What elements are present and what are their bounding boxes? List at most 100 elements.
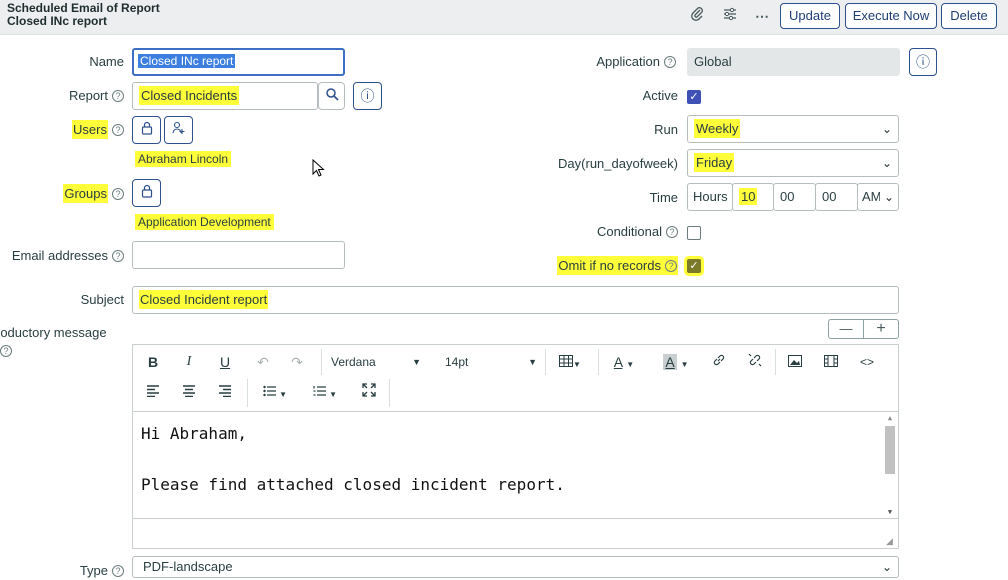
run-select[interactable]: Weekly ⌄ — [687, 115, 899, 143]
conditional-checkbox[interactable] — [687, 226, 701, 240]
subject-value: Closed Incident report — [139, 290, 269, 309]
day-select[interactable]: Friday ⌄ — [687, 149, 899, 177]
active-checkbox[interactable]: ✓ — [687, 90, 701, 104]
scroll-up-icon[interactable]: ▲ — [884, 414, 896, 422]
toolbar-divider — [545, 349, 546, 375]
omit-label-text: Omit if no records — [558, 258, 661, 273]
add-me-icon[interactable] — [164, 116, 193, 144]
font-family-value: Verdana — [331, 355, 376, 369]
run-value: Weekly — [694, 119, 741, 138]
email-field[interactable] — [132, 241, 345, 269]
time-label: Time — [649, 190, 678, 205]
toolbar-divider — [598, 349, 599, 375]
name-value: Closed INc report — [138, 54, 236, 68]
conditional-label: Conditional? — [520, 223, 678, 241]
users-label: Users? — [40, 120, 124, 139]
toolbar-divider — [775, 349, 776, 375]
more-icon[interactable]: ⋯ — [752, 6, 772, 26]
time-hour-field[interactable]: 10 — [732, 183, 774, 211]
source-code-icon[interactable]: <> — [855, 349, 879, 375]
fullscreen-icon[interactable] — [357, 379, 381, 405]
help-icon[interactable]: ? — [666, 226, 678, 238]
scroll-down-icon[interactable]: ▼ — [884, 508, 896, 516]
bold-icon[interactable]: B — [141, 349, 165, 375]
expand-editor-button[interactable]: + — [864, 320, 898, 338]
scrollbar-thumb[interactable] — [885, 426, 895, 474]
email-label-text: Email addresses — [11, 248, 108, 263]
report-field[interactable]: Closed Incidents — [132, 82, 318, 110]
report-label-text: Report — [68, 88, 108, 103]
chevron-down-icon: ⌄ — [881, 156, 892, 170]
record-title: Scheduled Email of Report Closed INc rep… — [7, 2, 160, 28]
image-icon[interactable] — [783, 349, 807, 375]
execute-now-button[interactable]: Execute Now — [845, 3, 937, 29]
editor-line: Hi Abraham, — [141, 424, 247, 443]
bullet-list-icon[interactable]: ▼ — [255, 379, 295, 405]
help-icon[interactable]: ? — [112, 90, 124, 102]
groups-label-text: Groups — [63, 184, 108, 203]
rich-text-editor: B I U ↶ ↷ Verdana ▼ 14pt ▼ ▼ A ▼ A ▼ <> — [132, 344, 899, 549]
application-label: Application? — [520, 53, 676, 71]
help-icon[interactable]: ? — [112, 124, 124, 136]
settings-sliders-icon[interactable] — [720, 6, 740, 26]
media-icon[interactable] — [819, 349, 843, 375]
editor-scrollbar[interactable]: ▲ ▼ — [884, 414, 896, 516]
resize-handle-icon[interactable]: ◢ — [886, 536, 896, 546]
redo-icon[interactable]: ↷ — [285, 349, 309, 375]
table-icon[interactable]: ▼ — [555, 349, 585, 375]
font-size-select[interactable]: 14pt ▼ — [445, 349, 537, 375]
time-second-field[interactable]: 00 — [815, 183, 858, 211]
intro-label: roductory message? — [0, 324, 120, 360]
numbered-list-icon[interactable]: ▼ — [305, 379, 345, 405]
font-family-select[interactable]: Verdana ▼ — [331, 349, 425, 375]
omit-label: Omit if no records? — [520, 256, 678, 275]
help-icon[interactable]: ? — [112, 188, 124, 200]
application-field: Global — [687, 48, 900, 76]
users-value[interactable]: Abraham Lincoln — [135, 151, 232, 167]
text-color-icon[interactable]: A ▼ — [607, 349, 641, 375]
help-icon[interactable]: ? — [112, 250, 124, 262]
align-center-icon[interactable] — [177, 379, 201, 405]
groups-label: Groups? — [40, 184, 124, 203]
info-icon[interactable]: ⓘ — [909, 48, 937, 76]
update-button[interactable]: Update — [780, 3, 840, 29]
info-icon[interactable]: ⓘ — [353, 82, 382, 110]
help-icon[interactable]: ? — [0, 345, 12, 357]
italic-icon[interactable]: I — [177, 349, 201, 375]
application-label-text: Application — [596, 54, 660, 69]
collapse-editor-button[interactable]: — — [829, 320, 864, 338]
report-label: Report? — [40, 87, 124, 105]
type-select[interactable]: PDF-landscape ⌄ — [132, 556, 899, 578]
omit-checkbox[interactable]: ✓ — [687, 259, 701, 273]
editor-content[interactable]: Hi Abraham, Please find attached closed … — [133, 411, 898, 519]
help-icon[interactable]: ? — [112, 565, 124, 577]
paperclip-icon[interactable] — [687, 6, 707, 26]
name-field[interactable]: Closed INc report — [132, 48, 345, 76]
toolbar-divider — [321, 349, 322, 375]
time-hours-label: Hours — [687, 183, 733, 211]
search-icon[interactable] — [318, 82, 345, 110]
subject-field[interactable]: Closed Incident report — [132, 286, 899, 314]
editor-resize-controls: — + — [828, 319, 899, 339]
day-value: Friday — [694, 153, 735, 172]
form-header: Scheduled Email of Report Closed INc rep… — [0, 0, 1008, 35]
underline-icon[interactable]: U — [213, 349, 237, 375]
font-size-value: 14pt — [445, 355, 469, 369]
align-left-icon[interactable] — [141, 379, 165, 405]
link-icon[interactable] — [707, 349, 731, 375]
time-ampm-select[interactable]: AM ⌄ — [857, 183, 899, 211]
help-icon[interactable]: ? — [665, 260, 677, 272]
lock-icon[interactable] — [132, 116, 161, 144]
caret-down-icon: ▼ — [528, 357, 537, 367]
unlink-icon[interactable] — [743, 349, 767, 375]
lock-icon[interactable] — [132, 179, 161, 207]
help-icon[interactable]: ? — [664, 56, 676, 68]
chevron-down-icon: ⌄ — [881, 560, 892, 574]
undo-icon[interactable]: ↶ — [251, 349, 275, 375]
day-label: Day(run_dayofweek) — [558, 156, 678, 171]
align-right-icon[interactable] — [213, 379, 237, 405]
background-color-icon[interactable]: A ▼ — [657, 349, 695, 375]
time-minute-field[interactable]: 00 — [773, 183, 816, 211]
delete-button[interactable]: Delete — [941, 3, 997, 29]
groups-value[interactable]: Application Development — [135, 214, 274, 230]
